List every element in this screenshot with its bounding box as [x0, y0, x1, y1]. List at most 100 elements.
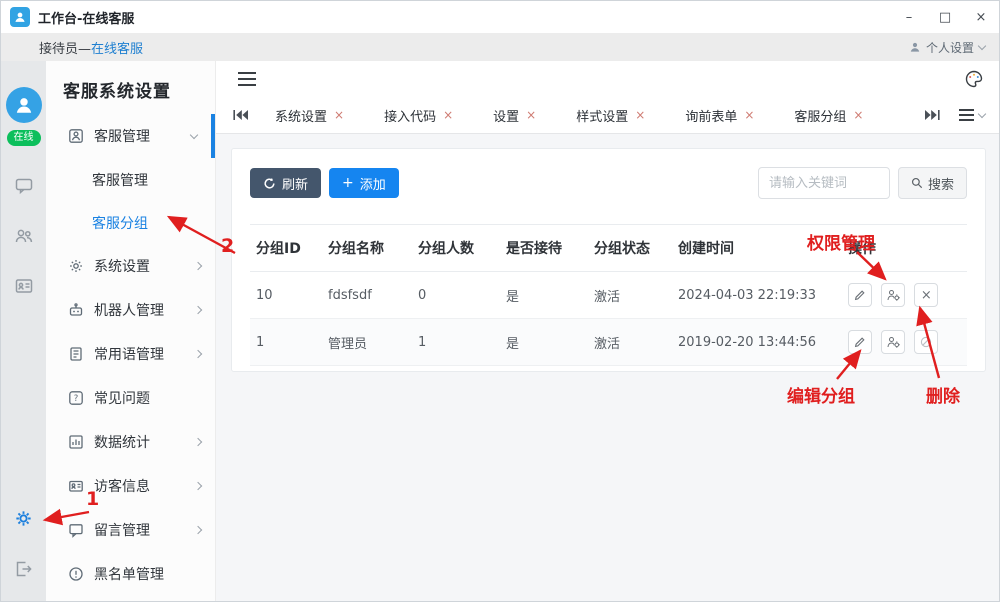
main-topbar — [216, 61, 999, 97]
person-icon — [13, 94, 35, 116]
tab-settings[interactable]: 设置× — [493, 106, 536, 125]
main-area: 系统设置× 接入代码 × 设置× 样式设置× 询前表单× 客服分组× 刷新 + — [216, 61, 999, 601]
plus-icon: + — [342, 176, 354, 190]
close-button[interactable]: × — [963, 1, 999, 33]
tab-list-dropdown[interactable] — [959, 109, 985, 121]
titlebar: 工作台-在线客服 – □ × — [1, 1, 999, 33]
sidebar-item-messages[interactable]: 留言管理 — [46, 508, 215, 552]
phrases-icon — [68, 346, 84, 362]
pencil-icon — [854, 336, 866, 348]
sidebar-item-statistics[interactable]: 数据统计 — [46, 420, 215, 464]
sidebar-subitem-label: 客服分组 — [92, 213, 148, 233]
permission-manage-button[interactable] — [881, 283, 905, 307]
agent-service-link[interactable]: 在线客服 — [91, 42, 143, 57]
bar-chart-icon — [68, 434, 84, 450]
window-controls: – □ × — [891, 1, 999, 33]
chevron-down-icon — [190, 130, 198, 138]
agent-bar: 接待员—在线客服 个人设置 — [1, 33, 999, 61]
personal-settings-label: 个人设置 — [926, 39, 974, 56]
user-icon — [909, 41, 921, 53]
close-icon[interactable]: × — [334, 108, 344, 122]
tab-system-settings[interactable]: 系统设置× — [275, 106, 344, 125]
user-gear-icon — [887, 336, 900, 348]
edit-group-button[interactable] — [848, 330, 872, 354]
sidebar-item-system-settings[interactable]: 系统设置 — [46, 244, 215, 288]
skip-to-last-tab-icon[interactable] — [924, 109, 941, 121]
chat-icon[interactable] — [14, 176, 34, 196]
skip-to-first-tab-icon[interactable] — [232, 109, 249, 121]
personal-settings-menu[interactable]: 个人设置 — [909, 39, 985, 56]
sidebar-item-service-manage[interactable]: 客服管理 — [46, 114, 215, 158]
sidebar-item-phrases-manage[interactable]: 常用语管理 — [46, 332, 215, 376]
sidebar-item-label: 常见问题 — [94, 388, 150, 408]
chevron-right-icon — [194, 306, 202, 314]
status-badge[interactable]: 在线 — [7, 130, 41, 146]
block-icon — [920, 336, 932, 348]
agent-prefix: 接待员— — [39, 42, 91, 57]
tab-label: 接入代码 — [384, 106, 436, 125]
close-icon[interactable]: × — [853, 108, 863, 122]
sidebar-item-blacklist[interactable]: 黑名单管理 — [46, 552, 215, 596]
delete-disabled-button[interactable] — [914, 330, 938, 354]
close-icon[interactable]: × — [744, 108, 754, 122]
close-icon[interactable]: × — [635, 108, 645, 122]
permission-manage-button[interactable] — [881, 330, 905, 354]
agent-label: 接待员—在线客服 — [39, 38, 143, 57]
sidebar: 客服系统设置 客服管理 客服管理 客服分组 系统设置 机器人管理 常用语管理 — [46, 61, 216, 601]
chevron-right-icon — [194, 526, 202, 534]
sidebar-item-visitor-info[interactable]: 访客信息 — [46, 464, 215, 508]
maximize-button[interactable]: □ — [927, 1, 963, 33]
chevron-down-icon — [978, 41, 986, 49]
search-button[interactable]: 搜索 — [898, 167, 967, 199]
table-row: 10 fdsfsdf 0 是 激活 2024-04-03 22:19:33 × — [250, 272, 967, 319]
search-input[interactable] — [758, 167, 890, 199]
column-header-group-id: 分组ID — [250, 225, 322, 272]
cell-member-count: 0 — [412, 272, 500, 319]
cell-group-name: fdsfsdf — [322, 272, 412, 319]
theme-palette-icon[interactable] — [965, 70, 983, 88]
table-row: 1 管理员 1 是 激活 2019-02-20 13:44:56 — [250, 319, 967, 366]
sidebar-item-label: 访客信息 — [94, 476, 150, 496]
blacklist-icon — [68, 566, 84, 582]
search-group: 搜索 — [758, 167, 967, 199]
close-icon[interactable]: × — [443, 108, 453, 122]
delete-group-button[interactable]: × — [914, 283, 938, 307]
contacts-icon[interactable] — [14, 226, 34, 246]
left-rail: 在线 — [1, 61, 46, 601]
sidebar-item-faq[interactable]: ? 常见问题 — [46, 376, 215, 420]
pencil-icon — [854, 289, 866, 301]
cell-status: 激活 — [588, 272, 672, 319]
cell-member-count: 1 — [412, 319, 500, 366]
column-header-group-name: 分组名称 — [322, 225, 412, 272]
close-icon[interactable]: × — [526, 108, 536, 122]
sidebar-item-label: 留言管理 — [94, 520, 150, 540]
edit-group-button[interactable] — [848, 283, 872, 307]
tab-style-settings[interactable]: 样式设置× — [576, 106, 645, 125]
cell-actions — [842, 319, 967, 366]
user-gear-icon — [887, 289, 900, 301]
add-button[interactable]: + 添加 — [329, 168, 399, 198]
refresh-button[interactable]: 刷新 — [250, 168, 321, 198]
collapse-menu-icon[interactable] — [238, 72, 256, 86]
cell-created: 2019-02-20 13:44:56 — [672, 319, 842, 366]
sidebar-item-label: 数据统计 — [94, 432, 150, 452]
chevron-right-icon — [194, 350, 202, 358]
svg-text:?: ? — [74, 394, 79, 404]
tab-service-groups[interactable]: 客服分组× — [794, 106, 863, 125]
column-header-created: 创建时间 — [672, 225, 842, 272]
settings-gear-icon[interactable] — [13, 508, 34, 529]
sidebar-subitem-service-manage[interactable]: 客服管理 — [46, 158, 215, 201]
sidebar-item-robot-manage[interactable]: 机器人管理 — [46, 288, 215, 332]
logout-icon[interactable] — [13, 559, 33, 579]
column-header-member-count: 分组人数 — [412, 225, 500, 272]
tab-embed-code[interactable]: 接入代码 × — [384, 106, 453, 125]
app-icon — [10, 7, 30, 27]
cell-group-id: 1 — [250, 319, 322, 366]
chevron-right-icon — [194, 482, 202, 490]
avatar[interactable] — [6, 87, 42, 123]
id-card-icon[interactable] — [14, 276, 34, 296]
sidebar-subitem-service-groups[interactable]: 客服分组 — [46, 201, 215, 244]
minimize-button[interactable]: – — [891, 1, 927, 33]
tab-pre-chat-form[interactable]: 询前表单× — [685, 106, 754, 125]
list-icon — [959, 109, 974, 121]
